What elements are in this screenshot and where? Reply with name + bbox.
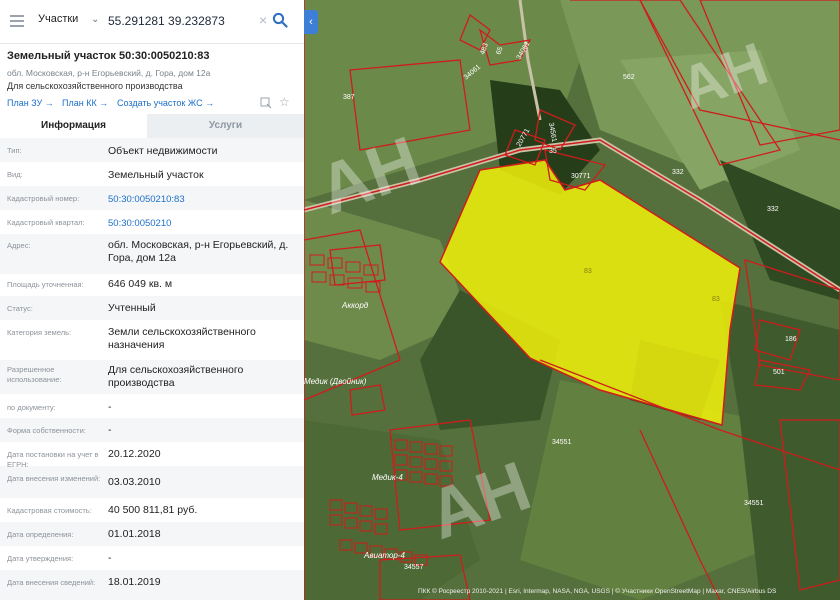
field-value-by-document: - bbox=[108, 401, 112, 413]
search-bar: Участки ⌄ × bbox=[0, 0, 304, 44]
field-label-permitted-use: Разрешенное использование: bbox=[7, 365, 62, 384]
place-name-label: Медик (Двойник) bbox=[304, 377, 367, 386]
field-label-determination-date: Дата определения: bbox=[7, 530, 74, 539]
field-label-change-date: Дата внесения изменений: bbox=[7, 474, 101, 483]
field-label-address: Адрес: bbox=[7, 241, 31, 250]
place-name-label: Аккорд bbox=[341, 301, 369, 310]
close-icon[interactable]: × bbox=[259, 12, 267, 28]
field-label-status: Статус: bbox=[7, 304, 33, 313]
plot-number-label: 186 bbox=[785, 336, 797, 343]
field-label-area: Площадь уточненная: bbox=[7, 280, 84, 289]
place-name-label: Медик-4 bbox=[372, 473, 403, 482]
menu-icon[interactable] bbox=[10, 15, 24, 27]
layer-select[interactable]: Участки bbox=[38, 13, 78, 25]
parcel-label: 83 bbox=[584, 268, 592, 275]
field-value-change-date: 03.03.2010 bbox=[108, 476, 161, 488]
field-label-ownership: Форма собственности: bbox=[7, 426, 86, 435]
plot-number-label: 34551 bbox=[744, 500, 764, 507]
search-input[interactable] bbox=[108, 10, 258, 32]
field-label-registration-date: Дата постановки на учет в ЕГРН: bbox=[7, 450, 99, 469]
plot-number-label: 332 bbox=[672, 169, 684, 176]
tab-info[interactable]: Информация bbox=[0, 114, 147, 138]
search-button[interactable] bbox=[272, 10, 290, 32]
field-label-kind: Вид: bbox=[7, 170, 23, 179]
field-label-cadastral-quarter: Кадастровый квартал: bbox=[7, 218, 85, 227]
tab-services[interactable]: Услуги bbox=[147, 114, 304, 138]
field-value-address: обл. Московская, р-н Егорьевский, д. Гор… bbox=[108, 239, 289, 264]
field-label-cadastral-value: Кадастровая стоимость: bbox=[7, 506, 92, 515]
field-label-info-date: Дата внесения сведений: bbox=[7, 578, 96, 587]
place-name-label: Авиатор-4 bbox=[363, 551, 406, 560]
collapse-panel-button[interactable]: ‹ bbox=[304, 10, 318, 34]
field-value-kind: Земельный участок bbox=[108, 169, 204, 181]
map-attribution: ПКК © Росреестр 2010-2021 | Esri, Interm… bbox=[418, 588, 777, 595]
field-value-status: Учтенный bbox=[108, 302, 156, 314]
plot-number-label: 387 bbox=[343, 94, 355, 101]
chevron-down-icon[interactable]: ⌄ bbox=[91, 14, 99, 25]
plot-number-label: 34551 bbox=[552, 439, 572, 446]
search-icon bbox=[272, 12, 288, 28]
cadastral-quarter-link[interactable]: 50:30:0050210 bbox=[108, 217, 298, 230]
field-value-info-date: 18.01.2019 bbox=[108, 576, 161, 588]
plot-number-label: 501 bbox=[773, 369, 785, 376]
field-label-approval-date: Дата утверждения: bbox=[7, 554, 74, 563]
field-value-registration-date: 20.12.2020 bbox=[108, 448, 161, 460]
parcel-title: Земельный участок 50:30:0050210:83 bbox=[7, 50, 210, 62]
plot-number-label: 34557 bbox=[404, 564, 424, 571]
parcel-label: 83 bbox=[712, 296, 720, 303]
field-value-area: 646 049 кв. м bbox=[108, 278, 173, 290]
satellite-map: АН АН АН 562 387 332 332 186 501 30771 3… bbox=[304, 0, 840, 600]
plot-number-label: 30771 bbox=[571, 173, 591, 180]
field-label-by-document: по документу: bbox=[7, 403, 56, 412]
parcel-purpose-short: Для сельскохозяйственного производства bbox=[7, 81, 183, 91]
field-value-ownership: - bbox=[108, 424, 112, 436]
field-value-determination-date: 01.01.2018 bbox=[108, 528, 161, 540]
field-label-land-category: Категория земель: bbox=[7, 328, 72, 337]
plan-kk-link[interactable]: План КК → bbox=[62, 98, 108, 108]
field-value-approval-date: - bbox=[108, 552, 112, 564]
plan-zu-link[interactable]: План ЗУ → bbox=[7, 98, 54, 108]
field-value-permitted-use: Для сельскохозяйственного производства bbox=[108, 364, 244, 389]
measure-icon[interactable] bbox=[260, 96, 272, 109]
create-plan-link[interactable]: Создать участок ЖС → bbox=[117, 98, 214, 108]
parcel-address-short: обл. Московская, р-н Егорьевский, д. Гор… bbox=[7, 68, 211, 78]
plot-number-label: 332 bbox=[767, 206, 779, 213]
field-value-land-category: Земли сельскохозяйственного назначения bbox=[108, 326, 256, 351]
field-value-type: Объект недвижимости bbox=[108, 145, 218, 157]
tab-bar: Информация Услуги bbox=[0, 114, 304, 138]
star-icon[interactable]: ☆ bbox=[279, 96, 291, 108]
info-panel: Участки ⌄ × Земельный участок 50:30:0050… bbox=[0, 0, 304, 600]
plot-number-label: 562 bbox=[623, 74, 635, 81]
field-value-cadastral-value: 40 500 811,81 руб. bbox=[108, 504, 198, 516]
field-label-type: Тип: bbox=[7, 146, 22, 155]
field-label-cadastral-number: Кадастровый номер: bbox=[7, 194, 80, 203]
map-view[interactable]: АН АН АН 562 387 332 332 186 501 30771 3… bbox=[304, 0, 840, 600]
plot-number-label: 35 bbox=[549, 148, 557, 155]
cadastral-number-link[interactable]: 50:30:0050210:83 bbox=[108, 193, 298, 206]
